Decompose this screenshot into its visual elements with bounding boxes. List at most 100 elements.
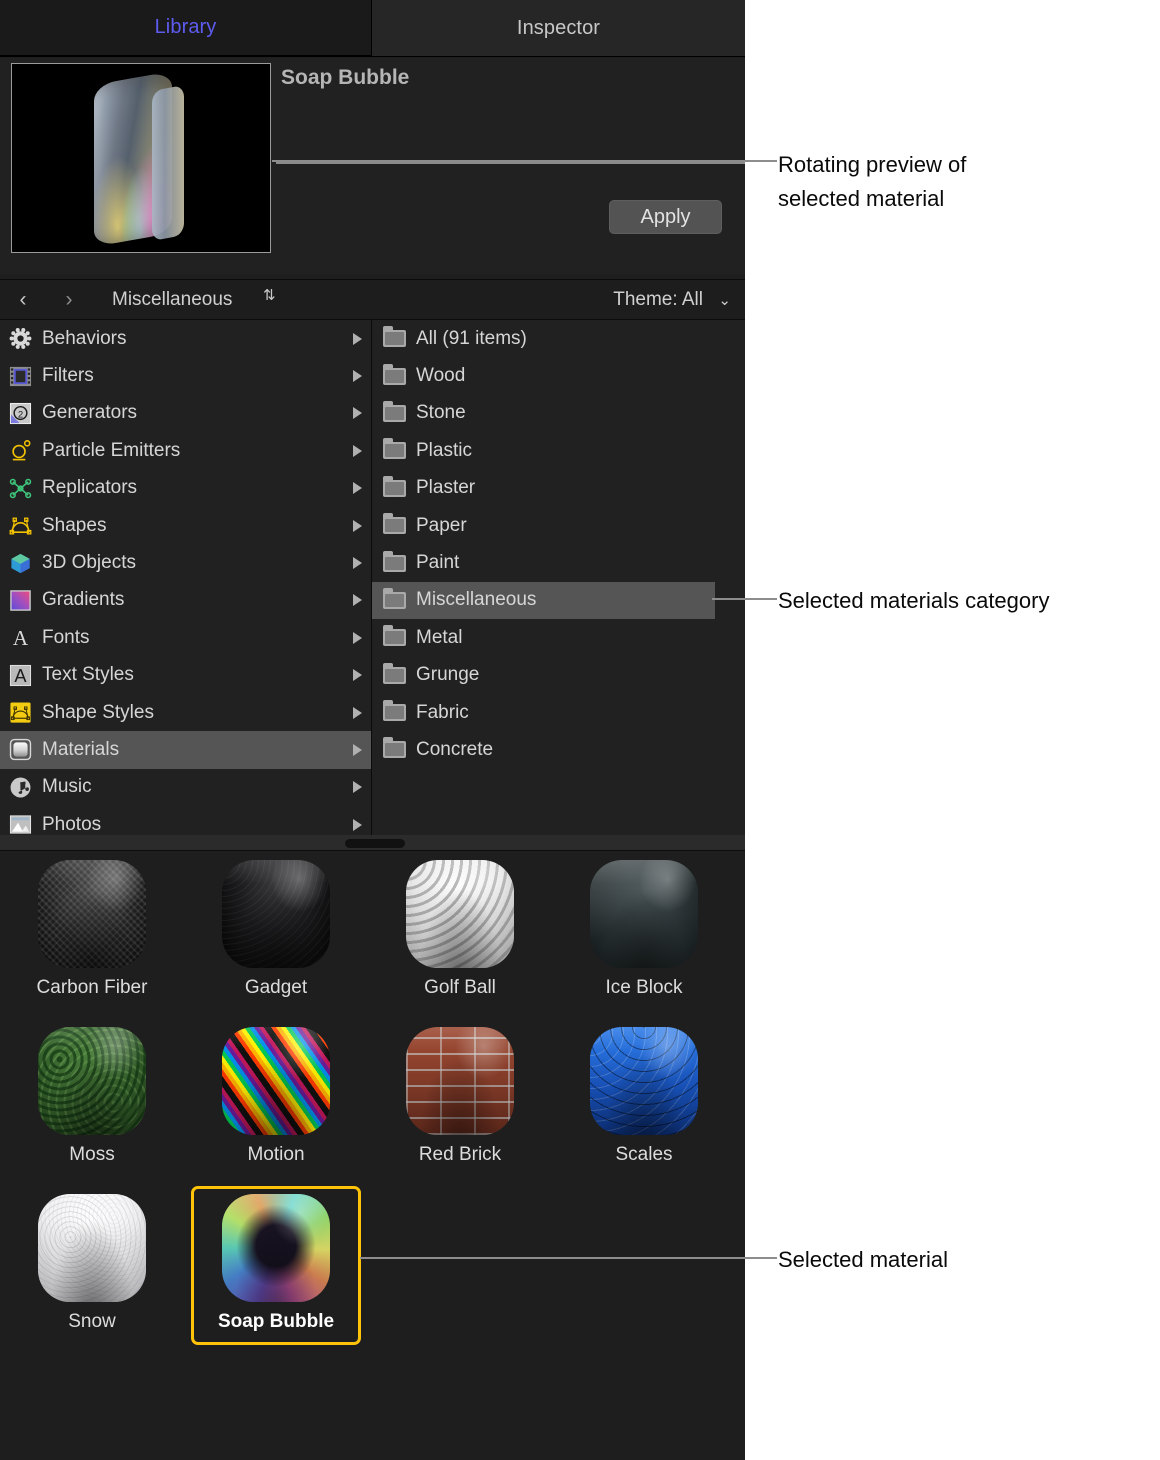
folder-icon bbox=[382, 400, 407, 426]
material-thumbnail-label: Snow bbox=[68, 1311, 116, 1332]
sidebar-item-3d-objects[interactable]: 3D Objects bbox=[0, 544, 371, 581]
disclosure-triangle-icon[interactable] bbox=[353, 743, 362, 756]
sidebar-item-label: Photos bbox=[42, 813, 102, 835]
disclosure-triangle-icon[interactable] bbox=[353, 407, 362, 420]
back-arrow-icon[interactable]: ‹ bbox=[12, 288, 34, 312]
category-list: All (91 items) Wood Stone Plastic Plaster Pap… bbox=[372, 320, 745, 835]
disclosure-triangle-icon[interactable] bbox=[353, 706, 362, 719]
library-panel: Library Inspector Soap Bubble Apply ‹ › … bbox=[0, 0, 745, 1460]
material-thumbnail-snow[interactable]: Snow bbox=[0, 1194, 184, 1333]
material-swatch bbox=[222, 1194, 330, 1302]
sidebar-item-replicators[interactable]: Replicators bbox=[0, 470, 371, 507]
chevron-down-icon[interactable]: ⌄ bbox=[718, 291, 731, 309]
disclosure-triangle-icon[interactable] bbox=[353, 557, 362, 570]
disclosure-triangle-icon[interactable] bbox=[353, 444, 362, 457]
material-swatch bbox=[406, 1027, 514, 1135]
category-item-label: Paint bbox=[416, 552, 460, 574]
svg-text:A: A bbox=[13, 626, 29, 649]
category-item-metal[interactable]: Metal bbox=[372, 619, 745, 656]
sidebar-item-label: Filters bbox=[42, 365, 94, 387]
material-thumbnail-soap-bubble[interactable]: Soap Bubble bbox=[184, 1186, 368, 1345]
material-swatch-texture bbox=[590, 860, 698, 968]
sidebar-item-music[interactable]: Music bbox=[0, 769, 371, 806]
material-thumbnail-grid: Carbon Fiber Gadget Golf Ball Ice Block Moss… bbox=[0, 852, 745, 1460]
disclosure-triangle-icon[interactable] bbox=[353, 781, 362, 794]
sort-updown-icon[interactable]: ⇅ bbox=[263, 288, 276, 303]
tab-library[interactable]: Library bbox=[0, 0, 371, 57]
theme-selector-label[interactable]: Theme: All bbox=[613, 289, 703, 311]
material-swatch-texture bbox=[222, 1194, 330, 1302]
disclosure-triangle-icon[interactable] bbox=[353, 519, 362, 532]
music-note-icon bbox=[8, 775, 33, 800]
disclosure-triangle-icon[interactable] bbox=[353, 818, 362, 831]
folder-icon bbox=[382, 438, 407, 463]
material-thumbnail-moss[interactable]: Moss bbox=[0, 1027, 184, 1166]
material-swatch bbox=[38, 860, 146, 968]
category-item-plaster[interactable]: Plaster bbox=[372, 470, 745, 507]
category-item-all-91-items-[interactable]: All (91 items) bbox=[372, 320, 745, 357]
material-swatch-texture bbox=[38, 860, 146, 968]
material-thumbnail-ice-block[interactable]: Ice Block bbox=[552, 860, 736, 999]
particle-emitter-icon bbox=[8, 438, 33, 463]
category-item-concrete[interactable]: Concrete bbox=[372, 731, 745, 768]
disclosure-triangle-icon[interactable] bbox=[353, 631, 362, 644]
material-thumbnail-red-brick[interactable]: Red Brick bbox=[368, 1027, 552, 1166]
folder-icon bbox=[382, 326, 407, 351]
category-item-label: Fabric bbox=[416, 701, 469, 723]
folder-icon bbox=[382, 737, 407, 762]
material-thumbnail-golf-ball[interactable]: Golf Ball bbox=[368, 860, 552, 999]
sidebar-item-materials[interactable]: Materials bbox=[0, 731, 371, 769]
path-label[interactable]: Miscellaneous bbox=[112, 289, 232, 311]
material-swatch-texture bbox=[406, 1027, 514, 1135]
category-item-grunge[interactable]: Grunge bbox=[372, 657, 745, 694]
category-item-paper[interactable]: Paper bbox=[372, 507, 745, 544]
horizontal-scrollbar[interactable] bbox=[0, 835, 745, 851]
sidebar-item-label: Shape Styles bbox=[42, 701, 154, 723]
material-thumbnail-scales[interactable]: Scales bbox=[552, 1027, 736, 1166]
material-thumbnail-motion[interactable]: Motion bbox=[184, 1027, 368, 1166]
sidebar-item-filters[interactable]: Filters bbox=[0, 357, 371, 394]
svg-text:A: A bbox=[14, 666, 27, 686]
sidebar-item-text-styles[interactable]: A Text Styles bbox=[0, 657, 371, 694]
material-swatch bbox=[590, 1027, 698, 1135]
svg-text:2: 2 bbox=[18, 409, 23, 420]
tab-inspector[interactable]: Inspector bbox=[371, 0, 745, 57]
material-thumbnail-label: Scales bbox=[615, 1144, 673, 1165]
disclosure-triangle-icon[interactable] bbox=[353, 370, 362, 383]
folder-icon bbox=[382, 475, 407, 501]
sidebar-item-label: Text Styles bbox=[42, 664, 134, 686]
category-item-stone[interactable]: Stone bbox=[372, 395, 745, 432]
material-swatch-texture bbox=[222, 860, 330, 968]
category-item-label: Stone bbox=[416, 402, 466, 424]
category-item-plastic[interactable]: Plastic bbox=[372, 432, 745, 469]
callout-line-category bbox=[712, 598, 777, 600]
disclosure-triangle-icon[interactable] bbox=[353, 332, 362, 345]
material-thumbnail-label: Red Brick bbox=[418, 1144, 502, 1165]
disclosure-triangle-icon[interactable] bbox=[353, 669, 362, 682]
folder-icon bbox=[382, 625, 407, 650]
sidebar-item-particle-emitters[interactable]: Particle Emitters bbox=[0, 432, 371, 469]
sidebar-item-shapes[interactable]: Shapes bbox=[0, 507, 371, 544]
category-item-miscellaneous[interactable]: Miscellaneous bbox=[372, 581, 715, 620]
material-thumbnail-carbon-fiber[interactable]: Carbon Fiber bbox=[0, 860, 184, 999]
material-thumbnail-label: Gadget bbox=[244, 977, 308, 998]
apply-button[interactable]: Apply bbox=[609, 200, 722, 234]
sidebar-item-behaviors[interactable]: Behaviors bbox=[0, 320, 371, 357]
category-item-fabric[interactable]: Fabric bbox=[372, 694, 745, 731]
material-preview-viewport[interactable] bbox=[11, 63, 271, 253]
shapes-icon bbox=[8, 513, 33, 538]
sidebar-item-gradients[interactable]: Gradients bbox=[0, 582, 371, 619]
disclosure-triangle-icon[interactable] bbox=[353, 594, 362, 607]
disclosure-triangle-icon[interactable] bbox=[353, 482, 362, 495]
preview-divider bbox=[276, 162, 745, 164]
category-item-wood[interactable]: Wood bbox=[372, 357, 745, 394]
sidebar-item-generators[interactable]: 2 Generators bbox=[0, 395, 371, 432]
sidebar-item-fonts[interactable]: A Fonts bbox=[0, 619, 371, 656]
material-thumbnail-gadget[interactable]: Gadget bbox=[184, 860, 368, 999]
category-item-paint[interactable]: Paint bbox=[372, 544, 745, 581]
sidebar-item-shape-styles[interactable]: Shape Styles bbox=[0, 694, 371, 731]
material-swatch bbox=[406, 860, 514, 968]
scrollbar-thumb[interactable] bbox=[345, 839, 405, 848]
material-swatch-texture bbox=[222, 1027, 330, 1135]
forward-arrow-icon[interactable]: › bbox=[58, 288, 80, 312]
